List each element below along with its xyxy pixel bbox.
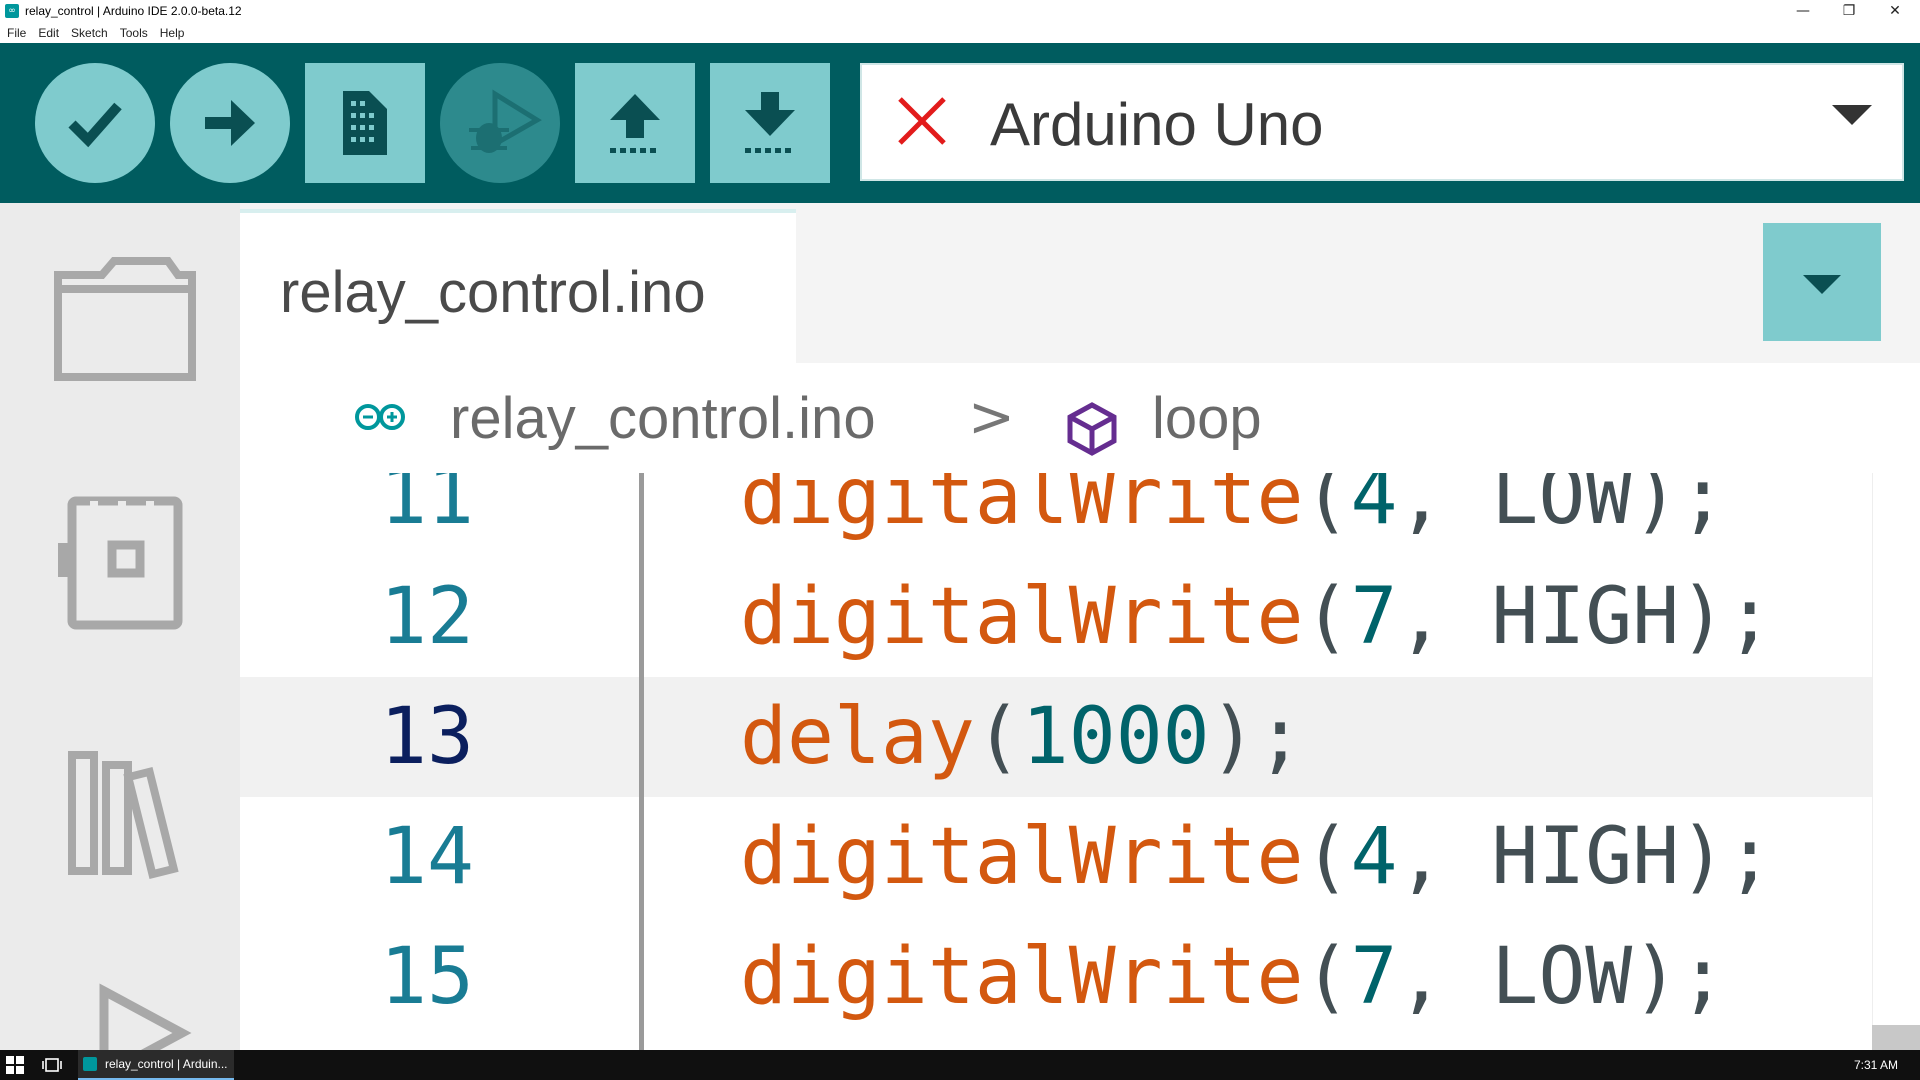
- code-text: delay(1000);: [740, 692, 1304, 782]
- menu-edit[interactable]: Edit: [38, 26, 59, 40]
- taskbar-app-label: relay_control | Arduin...: [105, 1057, 228, 1071]
- library-icon[interactable]: [50, 743, 200, 883]
- tab-label: relay_control.ino: [280, 260, 706, 325]
- taskbar-app-arduino[interactable]: relay_control | Arduin...: [78, 1050, 234, 1080]
- arduino-logo-icon: [83, 1057, 97, 1071]
- chevron-down-icon: [1803, 275, 1841, 294]
- tab-strip: relay_control.ino: [240, 203, 1920, 363]
- board-name: Arduino Uno: [990, 91, 1324, 158]
- toolbar: Arduino Uno: [0, 43, 1920, 203]
- line-number: 14: [380, 812, 474, 902]
- line-number: 11: [380, 473, 474, 542]
- new-sketch-button[interactable]: [305, 63, 425, 183]
- code-text: digitalWrite(4, LOW);: [740, 473, 1727, 542]
- breadcrumb-separator: >: [968, 385, 1015, 450]
- cube-icon: [1067, 402, 1117, 456]
- code-line[interactable]: 12 digitalWrite(7, HIGH);: [240, 557, 1872, 677]
- code-line[interactable]: 11 digitalWrite(4, LOW);: [240, 473, 1872, 557]
- gutter-divider: [639, 473, 644, 1050]
- download-arrow-icon: [745, 92, 795, 153]
- editor-panel: relay_control.ino relay_control.ino > lo…: [240, 203, 1920, 1050]
- code-editor[interactable]: 11 digitalWrite(4, LOW); 12 digitalWrite…: [240, 473, 1920, 1050]
- line-number: 13: [380, 692, 474, 782]
- tab-relay-control[interactable]: relay_control.ino: [240, 209, 796, 363]
- vertical-scrollbar[interactable]: [1872, 473, 1920, 1050]
- minimize-button[interactable]: —: [1780, 0, 1826, 22]
- board-selector[interactable]: Arduino Uno: [860, 63, 1904, 181]
- arduino-logo-icon: ∞: [5, 4, 19, 18]
- menu-sketch[interactable]: Sketch: [71, 26, 108, 40]
- document-icon: [343, 91, 387, 155]
- arduino-ide-window: ∞ relay_control | Arduino IDE 2.0.0-beta…: [0, 0, 1920, 1080]
- tabs-menu-button[interactable]: [1763, 223, 1881, 341]
- close-icon: [898, 97, 946, 145]
- left-sidebar: [0, 203, 240, 1080]
- folder-icon[interactable]: [50, 253, 200, 393]
- taskbar: relay_control | Arduin... 7:31 AM: [0, 1050, 1920, 1080]
- taskbar-clock[interactable]: 7:31 AM: [1854, 1050, 1898, 1080]
- window-title: relay_control | Arduino IDE 2.0.0-beta.1…: [25, 4, 242, 18]
- title-bar: ∞ relay_control | Arduino IDE 2.0.0-beta…: [0, 0, 1920, 22]
- arrow-right-icon: [205, 100, 255, 146]
- code-text: digitalWrite(4, HIGH);: [740, 812, 1774, 902]
- upload-button[interactable]: [170, 63, 290, 183]
- breadcrumb-symbol[interactable]: loop: [1152, 385, 1262, 452]
- chevron-down-icon[interactable]: [1832, 105, 1872, 125]
- code-text: digitalWrite(7, LOW);: [740, 932, 1727, 1022]
- check-icon: [68, 102, 122, 148]
- debug-icon: [469, 89, 542, 153]
- close-window-button[interactable]: ✕: [1872, 0, 1918, 22]
- line-number: 12: [380, 572, 474, 662]
- code-line-current[interactable]: 13 delay(1000);: [240, 677, 1872, 797]
- code-line[interactable]: 15 digitalWrite(7, LOW);: [240, 917, 1872, 1037]
- task-view-icon[interactable]: [42, 1056, 62, 1074]
- serial-plotter-button[interactable]: [575, 63, 695, 183]
- menu-help[interactable]: Help: [160, 26, 185, 40]
- code-line[interactable]: 14 digitalWrite(4, HIGH);: [240, 797, 1872, 917]
- breadcrumb-file[interactable]: relay_control.ino: [450, 385, 876, 452]
- menu-bar: File Edit Sketch Tools Help: [0, 22, 1920, 43]
- restore-button[interactable]: ❐: [1826, 0, 1872, 22]
- serial-monitor-button[interactable]: [710, 63, 830, 183]
- line-number: 15: [380, 932, 474, 1022]
- menu-tools[interactable]: Tools: [120, 26, 148, 40]
- arduino-file-icon: [355, 404, 405, 430]
- code-text: digitalWrite(7, HIGH);: [740, 572, 1774, 662]
- menu-file[interactable]: File: [7, 26, 26, 40]
- breadcrumb: relay_control.ino > loop: [240, 363, 1920, 473]
- verify-button[interactable]: [35, 63, 155, 183]
- upload-arrow-icon: [610, 94, 660, 153]
- windows-start-icon[interactable]: [6, 1056, 24, 1074]
- debug-button[interactable]: [440, 63, 560, 183]
- board-icon[interactable]: [50, 493, 200, 633]
- scrollbar-thumb[interactable]: [1872, 1025, 1920, 1050]
